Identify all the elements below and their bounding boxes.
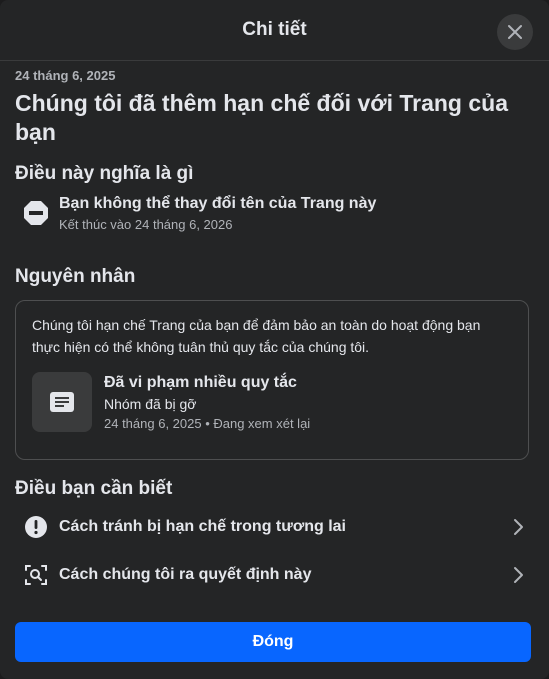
restriction-item: Bạn không thể thay đổi tên của Trang này… xyxy=(15,195,534,232)
violation-title: Đã vi phạm nhiều quy tắc xyxy=(104,374,297,391)
close-dialog-button[interactable]: Đóng xyxy=(15,622,531,662)
info-section-title: Điều bạn cần biết xyxy=(15,478,173,499)
restriction-label: Bạn không thể thay đổi tên của Trang này xyxy=(59,195,377,212)
reason-text: Chúng tôi hạn chế Trang của bạn để đảm b… xyxy=(32,317,481,355)
chevron-right-icon xyxy=(514,567,523,583)
close-icon xyxy=(508,25,522,39)
dialog-header: Chi tiết xyxy=(0,0,549,61)
violation-subtitle: Nhóm đã bị gỡ xyxy=(104,396,197,412)
link-avoid-restrictions-label: Cách tránh bị hạn chế trong tương lai xyxy=(59,518,346,535)
no-entry-icon xyxy=(24,201,48,225)
chevron-right-icon xyxy=(514,519,523,535)
link-avoid-restrictions[interactable]: Cách tránh bị hạn chế trong tương lai xyxy=(15,503,534,551)
notice-title: Chúng tôi đã thêm hạn chế đối với Trang … xyxy=(15,90,509,145)
link-how-we-decide-label: Cách chúng tôi ra quyết định này xyxy=(59,566,312,583)
link-how-we-decide[interactable]: Cách chúng tôi ra quyết định này xyxy=(15,551,534,599)
meaning-section-title: Điều này nghĩa là gì xyxy=(15,163,194,184)
violation-icon-container xyxy=(32,372,92,432)
exclamation-circle-icon xyxy=(23,514,49,540)
close-button[interactable] xyxy=(497,14,533,50)
dialog-content: 24 tháng 6, 2025 Chúng tôi đã thêm hạn c… xyxy=(0,68,549,599)
notice-date: 24 tháng 6, 2025 xyxy=(15,68,116,83)
violation-meta: 24 tháng 6, 2025 • Đang xem xét lại xyxy=(104,416,311,431)
dialog-title: Chi tiết xyxy=(242,19,307,40)
reason-section-title: Nguyên nhân xyxy=(15,266,136,287)
violation-item: Đã vi phạm nhiều quy tắc Nhóm đã bị gỡ 2… xyxy=(32,372,512,432)
restriction-details-dialog: Chi tiết 24 tháng 6, 2025 Chúng tôi đã t… xyxy=(0,0,549,679)
restriction-end-date: Kết thúc vào 24 tháng 6, 2026 xyxy=(59,217,233,232)
search-scan-icon xyxy=(23,562,49,588)
reason-box: Chúng tôi hạn chế Trang của bạn để đảm b… xyxy=(15,300,529,460)
document-lines-icon xyxy=(50,392,74,412)
